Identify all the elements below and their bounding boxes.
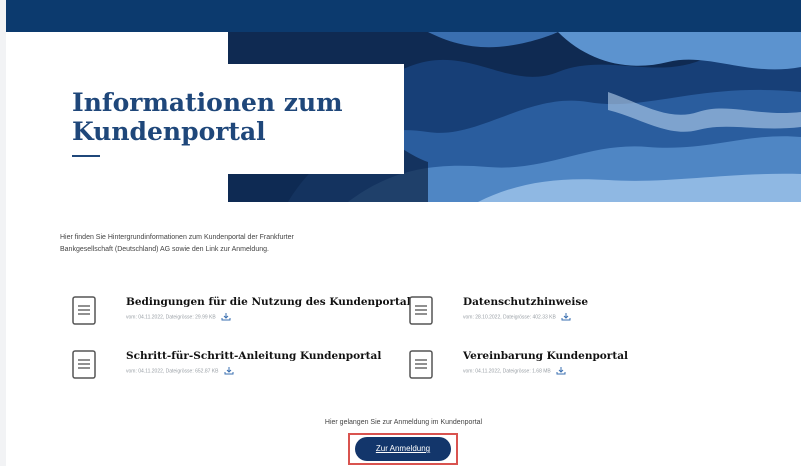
page-title: Informationen zum Kundenportal [72, 88, 392, 146]
download-icon[interactable] [224, 367, 234, 375]
document-meta-text: vom: 28.10.2022, Dateigrösse: 402.33 KB [463, 314, 556, 321]
download-icon[interactable] [561, 313, 571, 321]
document-meta-text: vom: 04.11.2022, Dateigrösse: 652.87 KB [126, 368, 219, 375]
document-meta: vom: 04.11.2022, Dateigrösse: 29.99 KB [126, 313, 231, 321]
page: Informationen zum Kundenportal Hier find… [6, 0, 801, 466]
page-title-line2: Kundenportal [72, 117, 266, 146]
download-icon[interactable] [221, 313, 231, 321]
document-meta: vom: 04.11.2022, Dateigrösse: 652.87 KB [126, 367, 234, 375]
document-icon [72, 296, 96, 325]
document-title[interactable]: Bedingungen für die Nutzung des Kundenpo… [126, 296, 417, 308]
document-meta-text: vom: 04.11.2022, Dateigrösse: 29.99 KB [126, 314, 216, 321]
document-title[interactable]: Vereinbarung Kundenportal [463, 350, 628, 362]
top-bar [6, 0, 801, 32]
document-meta-text: vom: 04.11.2022, Dateigrösse: 1.68 MB [463, 368, 551, 375]
document-icon [409, 296, 433, 325]
document-icon [72, 350, 96, 379]
document-title[interactable]: Datenschutzhinweise [463, 296, 588, 308]
login-hint-text: Hier gelangen Sie zur Anmeldung im Kunde… [324, 419, 483, 426]
download-icon[interactable] [556, 367, 566, 375]
document-meta: vom: 28.10.2022, Dateigrösse: 402.33 KB [463, 313, 571, 321]
title-underline [72, 155, 100, 157]
intro-line2: Bankgesellschaft (Deutschland) AG sowie … [60, 246, 269, 253]
page-title-line1: Informationen zum [72, 88, 343, 117]
document-icon [409, 350, 433, 379]
document-meta: vom: 04.11.2022, Dateigrösse: 1.68 MB [463, 367, 566, 375]
login-button[interactable]: Zur Anmeldung [355, 437, 451, 461]
intro-line1: Hier finden Sie Hintergrundinformationen… [60, 234, 294, 241]
intro-text: Hier finden Sie Hintergrundinformationen… [60, 232, 370, 256]
document-title[interactable]: Schritt-für-Schritt-Anleitung Kundenport… [126, 350, 381, 362]
